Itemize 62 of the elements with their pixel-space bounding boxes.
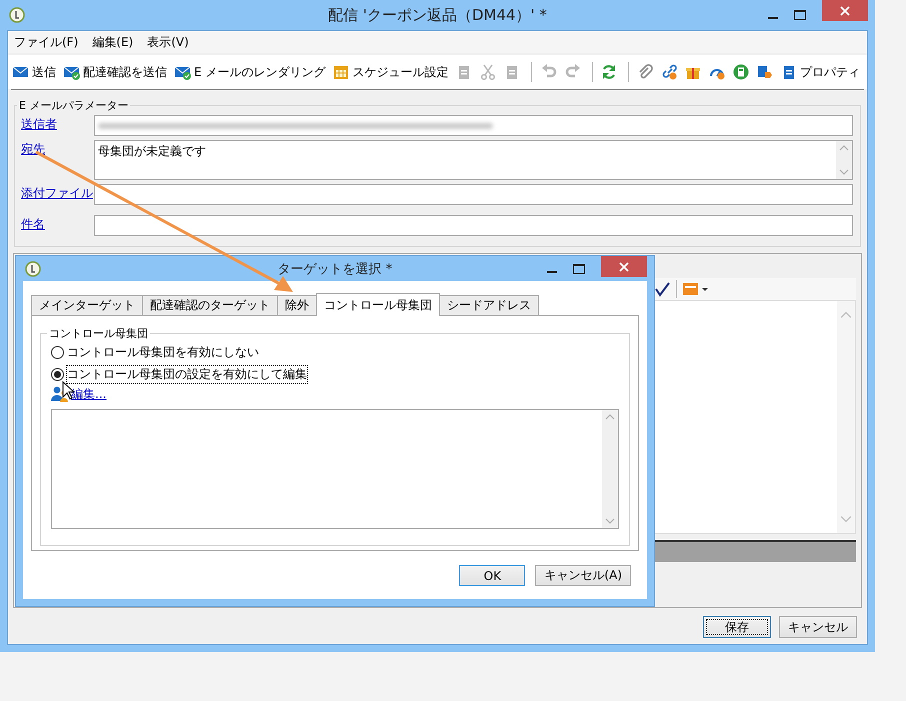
toolbar-button[interactable]: 送信 xyxy=(10,64,59,80)
field-link[interactable]: 送信者 xyxy=(21,115,94,133)
dialog-button[interactable]: キャンセル xyxy=(779,616,857,638)
calendar-icon xyxy=(333,64,350,80)
radio-button[interactable] xyxy=(51,368,64,380)
toolbar-button[interactable]: E メールのレンダリング xyxy=(172,64,328,80)
spell-check-icon[interactable] xyxy=(654,281,670,297)
tab[interactable]: 配達確認のターゲット xyxy=(142,295,278,315)
window-title: ターゲットを選択 * xyxy=(278,260,392,278)
app-icon xyxy=(25,260,41,276)
close-icon xyxy=(840,6,850,16)
scrollbar[interactable] xyxy=(836,141,852,179)
maximize-icon[interactable] xyxy=(794,10,806,20)
dialog-button[interactable]: OK xyxy=(459,565,526,586)
menu-item[interactable]: 表示(V) xyxy=(147,34,189,50)
undo-icon xyxy=(540,64,557,80)
tab[interactable]: メインターゲット xyxy=(31,295,143,315)
maximize-icon[interactable] xyxy=(573,264,585,274)
scroll-down-icon[interactable] xyxy=(839,169,849,175)
toolbar-button[interactable]: スケジュール設定 xyxy=(330,64,452,80)
cut-icon xyxy=(480,64,496,80)
envelope-check-icon xyxy=(64,64,80,80)
text-area[interactable] xyxy=(51,409,619,529)
field-link[interactable]: 件名 xyxy=(21,215,94,233)
toolbar-button[interactable]: プロパティ xyxy=(778,64,864,80)
refresh-icon xyxy=(600,64,617,80)
envelope-icon xyxy=(13,64,29,80)
close-button[interactable] xyxy=(601,256,647,277)
scroll-down-icon[interactable] xyxy=(840,515,852,523)
tab[interactable]: 除外 xyxy=(277,295,317,315)
link-icon xyxy=(661,64,678,80)
close-button[interactable] xyxy=(822,0,868,21)
calculator-icon xyxy=(733,64,750,80)
text-area[interactable]: 母集団が未定義です xyxy=(94,140,853,180)
dialog-button[interactable]: キャンセル(A) xyxy=(535,565,631,586)
paperclip-icon xyxy=(637,64,654,80)
group-title: コントロール母集団 xyxy=(48,326,149,341)
scroll-up-icon[interactable] xyxy=(840,311,852,319)
scroll-up-icon[interactable] xyxy=(605,414,615,420)
field-link[interactable]: 添付ファイル xyxy=(21,184,94,202)
redo-icon xyxy=(564,64,581,80)
group-title: E メールパラメーター xyxy=(18,98,130,113)
scroll-down-icon[interactable] xyxy=(605,518,615,524)
template-icon[interactable] xyxy=(683,282,709,296)
scroll-up-icon[interactable] xyxy=(839,145,849,151)
menu-item[interactable]: ファイル(F) xyxy=(14,34,78,50)
window-title: 配信 'クーポン返品（DM44）' * xyxy=(328,6,547,24)
tag-icon xyxy=(757,64,774,80)
app-icon xyxy=(9,7,25,23)
close-icon xyxy=(619,262,629,272)
radio-label[interactable]: コントロール母集団の設定を有効にして編集 xyxy=(66,364,308,384)
radio-label[interactable]: コントロール母集団を有効にしない xyxy=(66,342,260,362)
tab[interactable]: シードアドレス xyxy=(439,295,539,315)
menu-item[interactable]: 編集(E) xyxy=(92,34,134,50)
toolbar-button[interactable]: 配達確認を送信 xyxy=(61,64,170,80)
tab[interactable]: コントロール母集団 xyxy=(316,293,440,316)
scrollbar[interactable] xyxy=(602,410,618,528)
envelope-check-icon xyxy=(175,64,191,80)
dialog-button[interactable]: 保存 xyxy=(703,616,771,638)
radio-button[interactable] xyxy=(51,346,64,358)
scrollbar[interactable] xyxy=(837,301,855,533)
field-value: 母集団が未定義です xyxy=(98,143,206,160)
